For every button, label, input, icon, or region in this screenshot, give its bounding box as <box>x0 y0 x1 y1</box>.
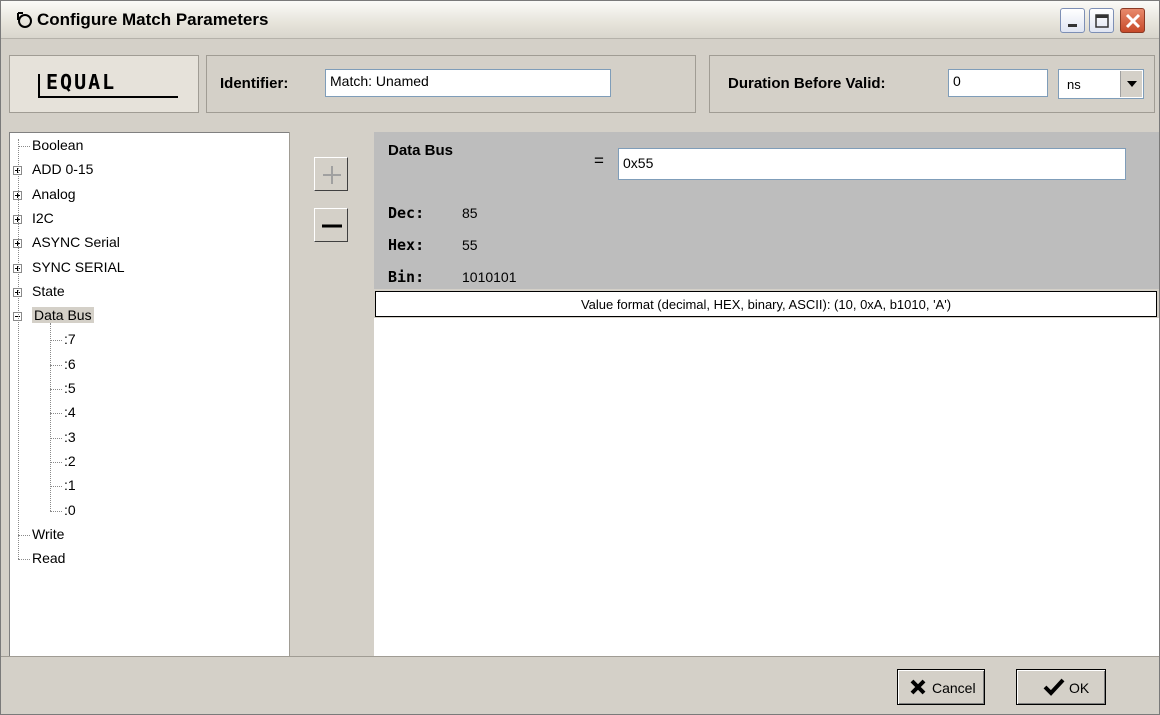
title-bar[interactable]: Configure Match Parameters <box>1 1 1159 39</box>
tree-item-label: :4 <box>64 404 76 421</box>
tree-item-label: :1 <box>64 477 76 494</box>
duration-label: Duration Before Valid: <box>728 75 886 92</box>
cancel-label: Cancel <box>932 680 976 696</box>
tree-item[interactable]: Read <box>32 550 65 566</box>
cancel-button[interactable]: Cancel <box>897 669 985 705</box>
unit-value: ns <box>1067 77 1081 92</box>
tree-item-label: :6 <box>64 355 76 372</box>
close-button[interactable] <box>1120 8 1145 33</box>
tree-item[interactable]: Write <box>32 526 64 542</box>
tree-item-label: :7 <box>64 331 76 348</box>
checkmark-icon <box>1043 678 1065 700</box>
tree-connector <box>18 139 19 560</box>
tree-item[interactable]: :6 <box>64 356 76 372</box>
footer: Cancel OK <box>1 656 1159 714</box>
tree-connector <box>50 437 62 439</box>
tree-connector <box>50 461 62 463</box>
tree-connector <box>50 413 62 415</box>
content-area <box>374 318 1159 656</box>
dec-label: Dec: <box>388 204 425 222</box>
tree-item-label: Write <box>32 525 65 542</box>
bus-title: Data Bus <box>388 142 454 159</box>
tree-connector <box>50 389 62 390</box>
tree-connector <box>50 340 62 342</box>
tree-item[interactable]: :1 <box>64 477 76 493</box>
bin-label: Bin: <box>388 268 425 286</box>
dec-value: 85 <box>462 205 478 221</box>
ok-button[interactable]: OK <box>1016 669 1106 705</box>
tree-item-label: :5 <box>64 380 76 396</box>
tree-connector <box>50 486 62 488</box>
tree-item-label: I2C <box>32 209 54 226</box>
remove-button[interactable] <box>314 208 348 242</box>
identifier-panel: Identifier: Match: Unamed <box>206 55 696 113</box>
value-format-hint: Value format (decimal, HEX, binary, ASCI… <box>375 291 1157 317</box>
tree-item-label: Boolean <box>32 137 84 153</box>
header-row: EQUAL Identifier: Match: Unamed Duration… <box>1 40 1159 129</box>
value-field[interactable]: 0x55 <box>618 148 1126 180</box>
maximize-button[interactable] <box>1089 8 1114 33</box>
bin-value: 1010101 <box>462 269 517 285</box>
tree-item-label: :2 <box>64 452 76 469</box>
add-button[interactable] <box>314 157 348 191</box>
tree-item-label: Data Bus <box>32 307 94 324</box>
tree-item-label: SYNC SERIAL <box>32 258 125 275</box>
value-panel: Data Bus = 0x55 Dec: 85 Hex: 55 Bin: 101… <box>374 132 1159 289</box>
duration-panel: Duration Before Valid: 0 ns <box>709 55 1155 113</box>
tree-item[interactable]: :0 <box>64 502 76 518</box>
minimize-button[interactable] <box>1060 8 1085 33</box>
duration-field[interactable]: 0 <box>948 69 1048 97</box>
ok-label: OK <box>1069 680 1090 696</box>
tree-connector <box>18 559 30 561</box>
tree-item[interactable]: :3 <box>64 429 76 445</box>
tree-connector <box>18 534 30 536</box>
tree-item[interactable]: Boolean <box>32 137 83 153</box>
tree-item[interactable]: ADD 0-15 <box>32 161 93 177</box>
logo-panel: EQUAL <box>9 55 199 113</box>
logo-mark <box>38 74 40 98</box>
tree-connector <box>18 146 30 147</box>
logo-underline <box>38 96 178 98</box>
window-title: Configure Match Parameters <box>37 10 269 29</box>
identifier-label: Identifier: <box>220 75 289 92</box>
tree-connector <box>50 364 62 366</box>
tree-item-label: ASYNC Serial <box>32 234 120 251</box>
cancel-x-icon <box>910 679 926 699</box>
identifier-field[interactable]: Match: Unamed <box>325 69 611 97</box>
dropdown-arrow-icon[interactable] <box>1120 71 1142 97</box>
logo: EQUAL <box>46 70 117 94</box>
tree-item-label: State <box>32 282 65 299</box>
tree-item[interactable]: Data Bus <box>32 307 94 324</box>
tree-item[interactable]: :7 <box>64 331 76 347</box>
tree-item-label: ADD 0-15 <box>32 161 94 178</box>
tree-item[interactable]: :2 <box>64 453 76 469</box>
unit-select[interactable]: ns <box>1058 69 1144 99</box>
tree-item[interactable]: State <box>32 283 65 299</box>
tree-item-label: :0 <box>64 501 76 518</box>
signal-tree: Boolean ADD 0-15 Analog I2C ASYNC Serial SYNC… <box>9 132 289 656</box>
tree-item[interactable]: :4 <box>64 404 76 420</box>
tree-item[interactable]: Analog <box>32 186 76 202</box>
tree-item-label: :3 <box>64 428 76 445</box>
tree-item[interactable]: :5 <box>64 380 76 396</box>
tree-toolbar <box>289 132 374 656</box>
hex-value: 55 <box>462 237 478 253</box>
equals-sign: = <box>594 151 604 170</box>
tree-connector <box>50 510 62 512</box>
tree-item-label: Analog <box>32 185 76 202</box>
tree-item[interactable]: SYNC SERIAL <box>32 259 125 275</box>
hex-label: Hex: <box>388 236 425 254</box>
tree-item-label: Read <box>32 550 66 567</box>
configure-match-dialog: Configure Match Parameters EQUAL Identif… <box>0 0 1160 715</box>
app-icon <box>15 11 33 29</box>
tree-item[interactable]: ASYNC Serial <box>32 234 120 250</box>
tree-connector <box>50 323 51 512</box>
tree-item[interactable]: I2C <box>32 210 54 226</box>
